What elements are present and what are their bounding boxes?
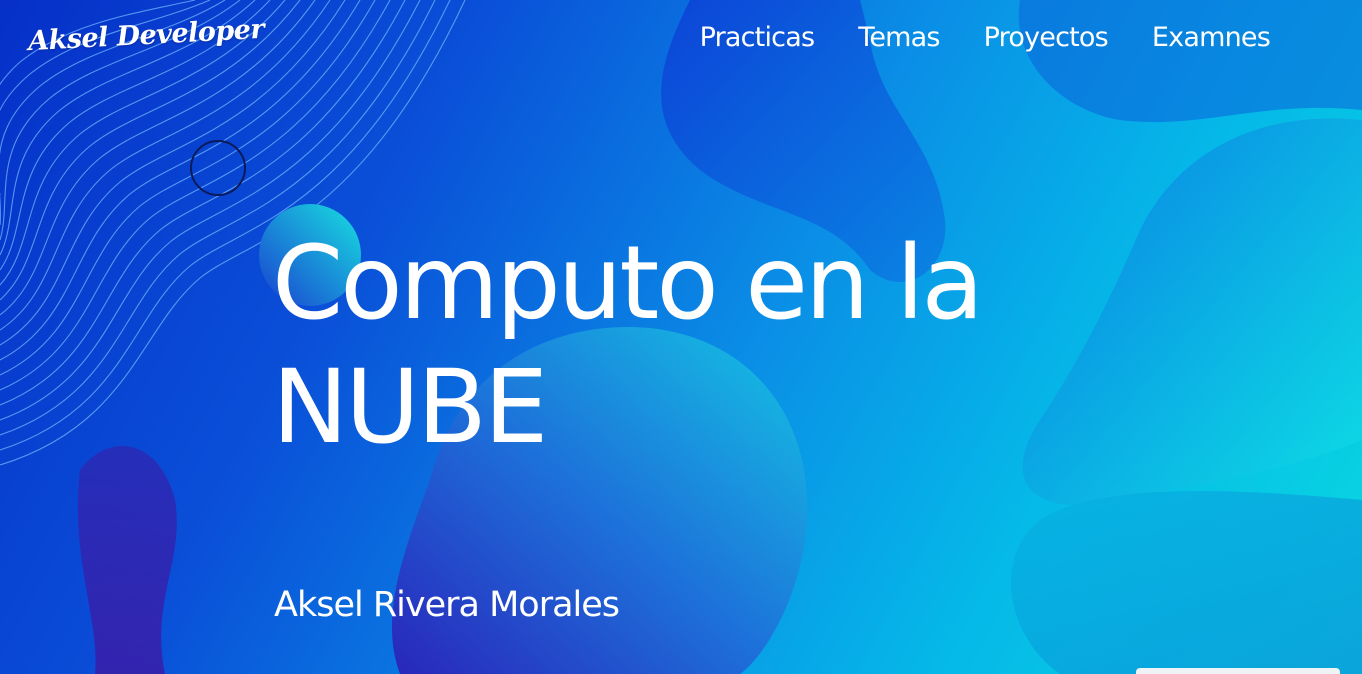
hero-author: Aksel Rivera Morales (274, 585, 620, 625)
nav-item-temas[interactable]: Temas (858, 22, 940, 53)
blob-left-purple (77, 446, 177, 674)
main-nav: Practicas Temas Proyectos Examnes (700, 22, 1271, 53)
hero-title-line2: NUBE (272, 348, 548, 467)
nav-item-proyectos[interactable]: Proyectos (984, 22, 1109, 53)
blob-right (1022, 118, 1362, 506)
nav-item-practicas[interactable]: Practicas (700, 22, 815, 53)
hero-title-line1: Computo en la (272, 224, 984, 343)
nav-item-examnes[interactable]: Examnes (1152, 22, 1271, 53)
hero-title: Computo en la NUBE (272, 222, 1052, 470)
bottom-corner-tab (1136, 668, 1340, 674)
blob-top-right (1018, 0, 1362, 123)
hero-section: Aksel Developer Practicas Temas Proyecto… (0, 0, 1362, 674)
blob-bottom-right (1011, 491, 1362, 674)
